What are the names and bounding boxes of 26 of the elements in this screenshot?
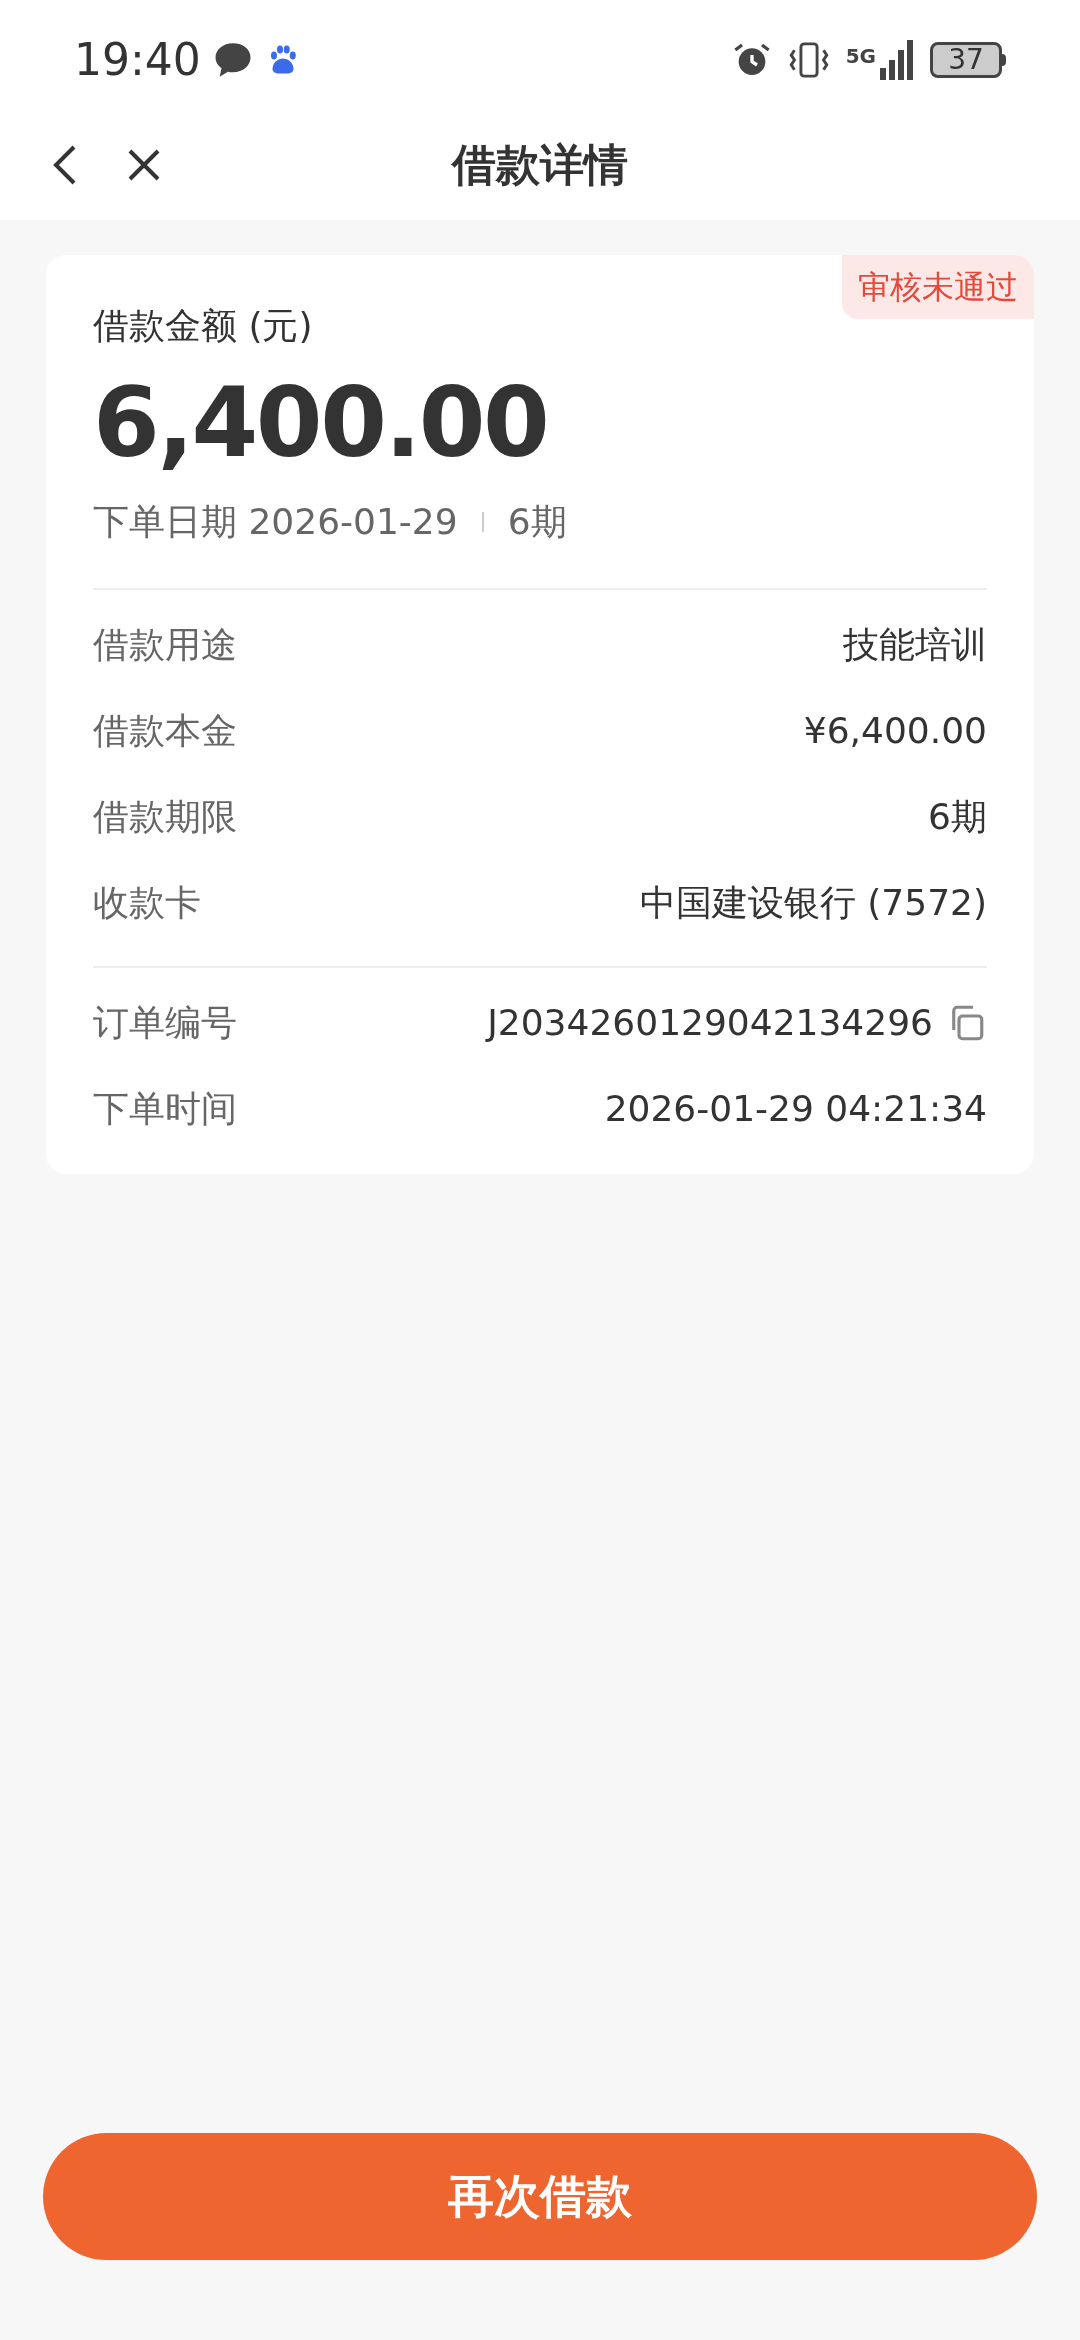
- row-value: 技能培训: [843, 622, 987, 667]
- network-label: 5G: [845, 46, 876, 66]
- row-value: J2034260129042134296: [487, 1000, 933, 1045]
- row-label: 下单时间: [93, 1086, 237, 1131]
- loan-term: 6期: [507, 499, 567, 544]
- row-label: 借款期限: [93, 794, 237, 839]
- row-label: 订单编号: [93, 1000, 237, 1045]
- page-title: 借款详情: [452, 138, 628, 192]
- loan-amount: 6,400.00: [93, 366, 549, 481]
- battery-indicator: 37: [930, 42, 1002, 78]
- chat-bubble-icon: [212, 41, 253, 79]
- status-time: 19:40: [74, 33, 201, 87]
- row-value: ¥6,400.00: [803, 708, 987, 753]
- row-label: 借款用途: [93, 622, 237, 667]
- row-label: 借款本金: [93, 708, 237, 753]
- row-value: 6期: [928, 794, 987, 839]
- amount-label: 借款金额 (元): [93, 304, 314, 348]
- row-value: 2026-01-29 04:21:34: [604, 1086, 987, 1131]
- order-date: 下单日期 2026-01-29: [93, 499, 458, 544]
- signal-icon: [880, 40, 914, 80]
- close-icon[interactable]: [126, 147, 162, 183]
- row-label: 收款卡: [93, 880, 201, 925]
- row-value: 中国建设银行 (7572): [639, 880, 987, 925]
- status-badge: 审核未通过: [842, 255, 1034, 319]
- vibrate-icon: [787, 40, 830, 80]
- borrow-again-button[interactable]: 再次借款: [43, 2133, 1037, 2260]
